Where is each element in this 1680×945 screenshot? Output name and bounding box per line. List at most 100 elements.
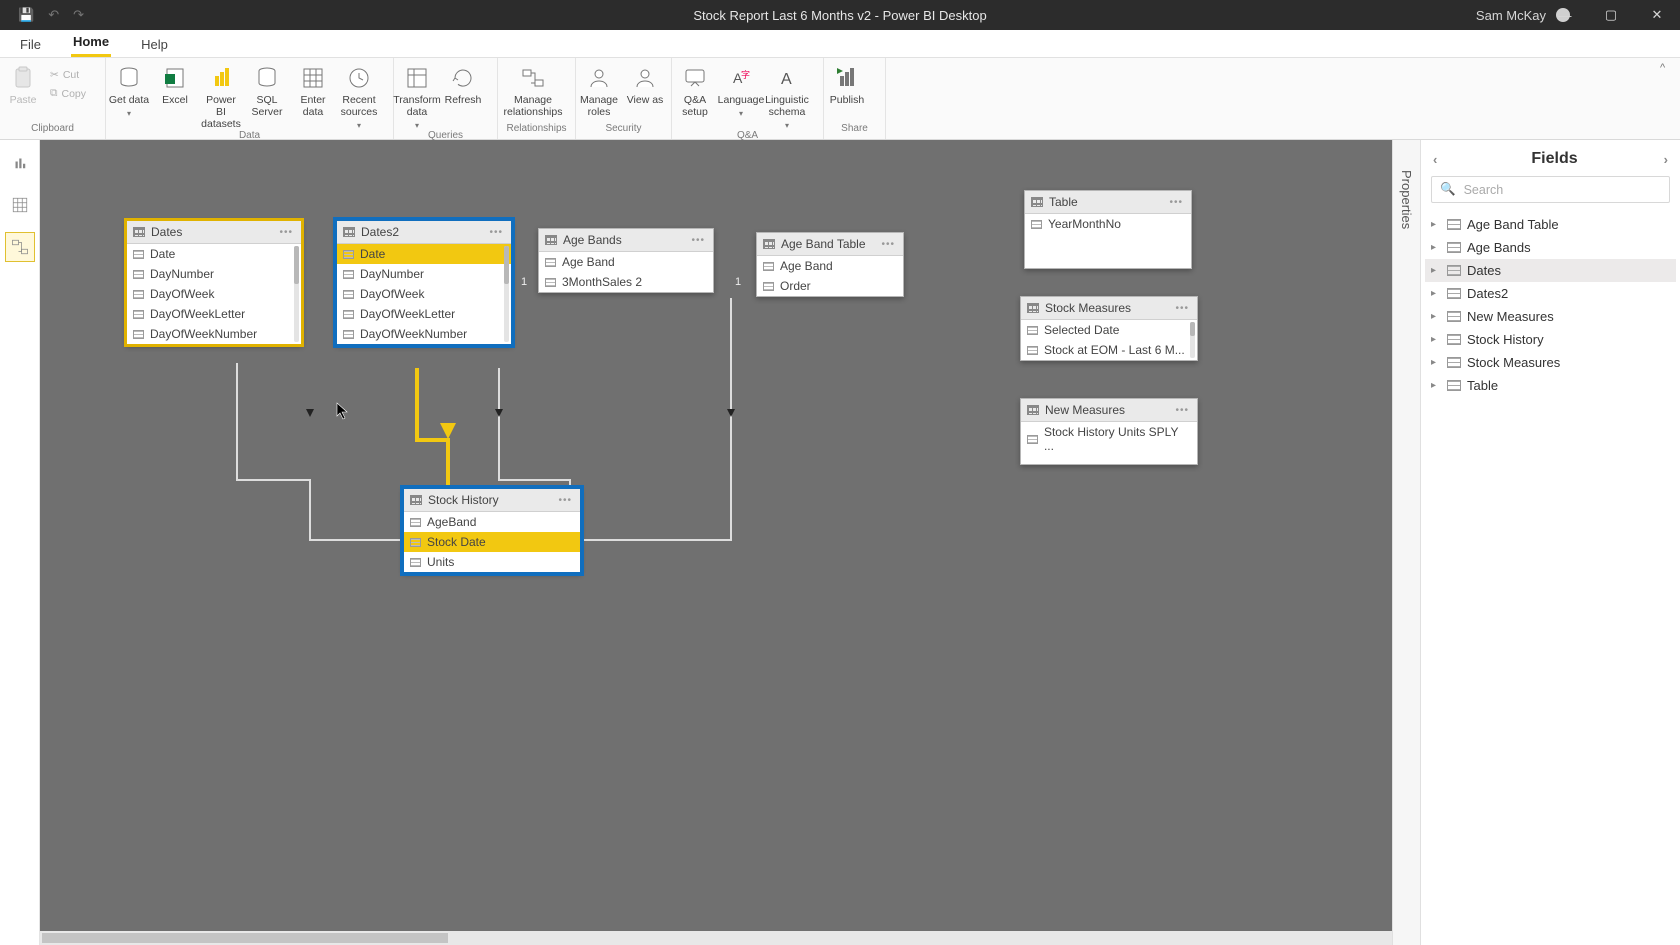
field-row[interactable]: AgeBand	[404, 512, 580, 532]
viewas-icon	[632, 65, 658, 91]
more-icon[interactable]: •••	[558, 495, 574, 506]
minimize-button[interactable]: —	[1542, 0, 1588, 30]
scrollbar[interactable]	[504, 246, 509, 342]
field-row[interactable]: DayNumber	[337, 264, 511, 284]
refresh-button[interactable]: Refresh	[440, 63, 486, 106]
field-row[interactable]: Age Band	[757, 256, 903, 276]
field-row[interactable]: Date	[337, 244, 511, 264]
manage-relationships-button[interactable]: Manage relationships	[498, 63, 568, 118]
field-row[interactable]: DayOfWeekNumber	[127, 324, 301, 344]
table-table[interactable]: Table••• YearMonthNo	[1024, 190, 1192, 269]
model-canvas[interactable]: 1 1 1 Dates••• Date DayNumber DayOfWeek …	[40, 140, 1392, 945]
more-icon[interactable]: •••	[691, 235, 707, 246]
field-row[interactable]: DayOfWeekNumber	[337, 324, 511, 344]
more-icon[interactable]: •••	[279, 227, 295, 238]
ribbon-collapse-icon[interactable]: ^	[1660, 62, 1676, 76]
table-icon	[1027, 303, 1039, 313]
scrollbar[interactable]	[294, 246, 299, 342]
tab-home[interactable]: Home	[71, 28, 111, 57]
field-row[interactable]: DayOfWeekLetter	[337, 304, 511, 324]
field-row[interactable]: Age Band	[539, 252, 713, 272]
excel-button[interactable]: Excel	[152, 63, 198, 106]
field-row[interactable]: Date	[127, 244, 301, 264]
language-button[interactable]: A字Language▾	[718, 63, 764, 118]
field-row[interactable]: Stock Date	[404, 532, 580, 552]
fields-title: Fields	[1531, 150, 1577, 168]
caret-icon: ▸	[1431, 380, 1441, 391]
field-row[interactable]: Order	[757, 276, 903, 296]
redo-icon[interactable]: ↷	[73, 7, 84, 23]
tree-node[interactable]: ▸Table	[1425, 374, 1676, 397]
qa-setup-button[interactable]: Q&A setup	[672, 63, 718, 118]
close-button[interactable]: ✕	[1634, 0, 1680, 30]
data-view-button[interactable]	[5, 190, 35, 220]
field-row[interactable]: DayOfWeek	[337, 284, 511, 304]
tree-node[interactable]: ▸Age Bands	[1425, 236, 1676, 259]
transform-data-button[interactable]: Transform data▾	[394, 63, 440, 130]
tree-node[interactable]: ▸Age Band Table	[1425, 213, 1676, 236]
more-icon[interactable]: •••	[881, 239, 897, 250]
fields-search[interactable]: 🔍 Search	[1431, 176, 1670, 203]
tab-help[interactable]: Help	[139, 31, 170, 57]
undo-icon[interactable]: ↶	[48, 7, 59, 23]
recent-sources-button[interactable]: Recent sources▾	[336, 63, 382, 130]
table-newmeasures[interactable]: New Measures••• Stock History Units SPLY…	[1020, 398, 1198, 465]
table-icon	[1447, 357, 1461, 368]
tree-node[interactable]: ▸New Measures	[1425, 305, 1676, 328]
table-icon	[1447, 334, 1461, 345]
copy-button[interactable]: ⧉Copy	[46, 87, 90, 100]
publish-icon	[834, 65, 860, 91]
properties-pane-collapsed[interactable]: Properties	[1392, 140, 1420, 945]
caret-icon: ▸	[1431, 219, 1441, 230]
publish-button[interactable]: Publish	[824, 63, 870, 106]
get-data-button[interactable]: Get data▾	[106, 63, 152, 118]
field-row[interactable]: DayOfWeek	[127, 284, 301, 304]
view-as-button[interactable]: View as	[622, 63, 668, 106]
table-dates[interactable]: Dates••• Date DayNumber DayOfWeek DayOfW…	[126, 220, 302, 345]
table-agebands[interactable]: Age Bands••• Age Band 3MonthSales 2	[538, 228, 714, 293]
paste-button[interactable]: Paste	[0, 63, 46, 106]
table-stockhistory[interactable]: Stock History••• AgeBand Stock Date Unit…	[403, 488, 581, 573]
field-row[interactable]: Stock at EOM - Last 6 M...	[1021, 340, 1197, 360]
enter-data-button[interactable]: Enter data	[290, 63, 336, 118]
tree-node[interactable]: ▸Stock History	[1425, 328, 1676, 351]
more-icon[interactable]: •••	[1175, 405, 1191, 416]
chevron-left-icon[interactable]: ‹	[1433, 152, 1437, 167]
maximize-button[interactable]: ▢	[1588, 0, 1634, 30]
report-view-button[interactable]	[5, 148, 35, 178]
field-row[interactable]: YearMonthNo	[1025, 214, 1191, 234]
field-row[interactable]: Stock History Units SPLY ...	[1021, 422, 1197, 456]
horizontal-scrollbar[interactable]	[40, 931, 1392, 945]
cut-button[interactable]: ✂Cut	[46, 69, 90, 81]
field-row[interactable]: Units	[404, 552, 580, 572]
tree-node[interactable]: ▸Stock Measures	[1425, 351, 1676, 374]
save-icon[interactable]: 💾	[18, 7, 34, 23]
more-icon[interactable]: •••	[1175, 303, 1191, 314]
table-agebandtable[interactable]: Age Band Table••• Age Band Order	[756, 232, 904, 297]
field-row[interactable]: Selected Date	[1021, 320, 1197, 340]
caret-icon: ▸	[1431, 288, 1441, 299]
table-icon	[1027, 405, 1039, 415]
field-row[interactable]: DayOfWeekLetter	[127, 304, 301, 324]
linguistic-schema-button[interactable]: ALinguistic schema▾	[764, 63, 810, 130]
field-row[interactable]: DayNumber	[127, 264, 301, 284]
model-view-button[interactable]	[5, 232, 35, 262]
chevron-right-icon[interactable]: ›	[1664, 152, 1668, 167]
tree-node[interactable]: ▸Dates	[1425, 259, 1676, 282]
tab-file[interactable]: File	[18, 31, 43, 57]
scrollbar[interactable]	[1190, 322, 1195, 358]
table-title: Dates2	[361, 225, 399, 239]
tree-node[interactable]: ▸Dates2	[1425, 282, 1676, 305]
field-row[interactable]: 3MonthSales 2	[539, 272, 713, 292]
table-dates2[interactable]: Dates2 ••• Date DayNumber DayOfWeek DayOf…	[336, 220, 512, 345]
table-stockmeasures[interactable]: Stock Measures••• Selected Date Stock at…	[1020, 296, 1198, 361]
table-icon	[1447, 242, 1461, 253]
caret-icon: ▸	[1431, 311, 1441, 322]
manage-roles-button[interactable]: Manage roles	[576, 63, 622, 118]
pbi-datasets-button[interactable]: Power BI datasets	[198, 63, 244, 130]
table-icon	[545, 235, 557, 245]
more-icon[interactable]: •••	[1169, 197, 1185, 208]
caret-icon: ▸	[1431, 334, 1441, 345]
more-icon[interactable]: •••	[489, 227, 505, 238]
sql-server-button[interactable]: SQL Server	[244, 63, 290, 118]
